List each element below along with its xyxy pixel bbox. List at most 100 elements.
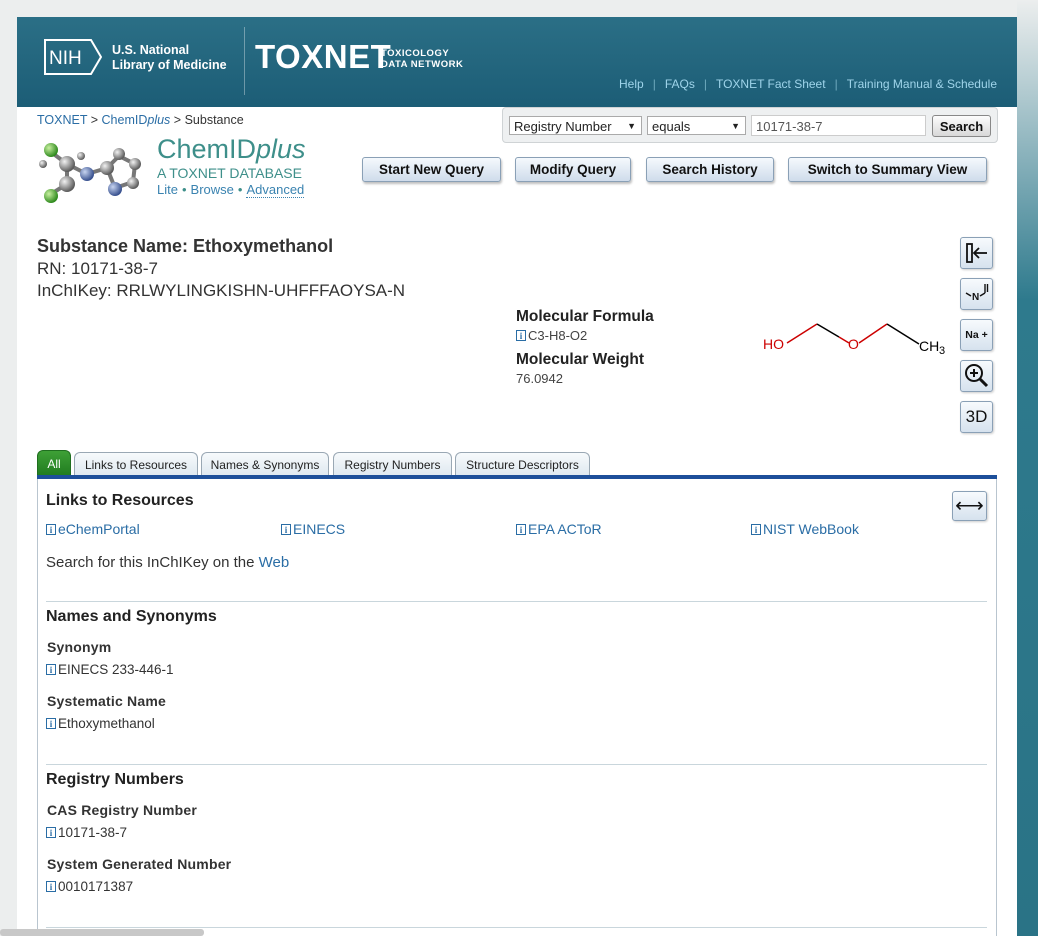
toxnet-logo[interactable]: TOXNET [255,39,391,75]
info-icon[interactable]: i [281,524,291,535]
link-divider: | [703,77,707,91]
help-link[interactable]: Help [619,77,644,91]
fact-sheet-link[interactable]: TOXNET Fact Sheet [716,77,826,91]
search-operator-select[interactable]: equals ▼ [647,116,746,135]
echemportal-link[interactable]: i eChemPortal [46,521,140,537]
nlm-line1: U.S. National [112,43,190,57]
chevron-down-icon: ▼ [731,121,740,131]
top-links: Help | FAQs | TOXNET Fact Sheet | Training Man… [619,77,997,91]
faqs-link[interactable]: FAQs [665,77,695,91]
view-3d-button[interactable]: 3D [960,401,993,433]
nist-webbook-link[interactable]: i NIST WebBook [751,521,859,537]
breadcrumb-current: Substance [184,113,244,127]
epa-actor-text: EPA ACToR [528,521,602,537]
structure-o-label: O [848,336,859,352]
advanced-link[interactable]: Advanced [246,182,305,198]
banner-divider [244,27,245,95]
modify-query-button[interactable]: Modify Query [515,157,631,182]
cas-label: CAS Registry Number [47,802,198,818]
echemportal-text: eChemPortal [58,521,140,537]
breadcrumb-chemidplus[interactable]: ChemIDplus [102,113,171,127]
link-divider: | [834,77,838,91]
breadcrumb-sep: > [90,113,99,127]
registry-number: RN: 10171-38-7 [37,259,158,278]
search-button[interactable]: Search [932,115,991,137]
info-icon[interactable]: i [516,524,526,535]
collapse-left-icon [966,243,987,263]
lite-link[interactable]: Lite [157,182,178,197]
systematic-name-label: Systematic Name [47,693,166,709]
cas-value: i 10171-38-7 [46,825,127,840]
chemid-text: ChemID [157,134,257,164]
tab-all[interactable]: All [37,450,71,477]
tab-structure-descriptors[interactable]: Structure Descriptors [455,452,590,477]
nlm-name[interactable]: U.S. National Library of Medicine [112,43,227,73]
plus-text: plus [256,134,306,164]
search-history-button[interactable]: Search History [646,157,774,182]
structure-ho-label: HO [763,336,784,352]
browse-link[interactable]: Browse [191,182,234,197]
nih-logo-text: NIH [49,48,82,69]
info-icon[interactable]: i [516,330,526,341]
switch-summary-view-button[interactable]: Switch to Summary View [788,157,987,182]
chemidplus-title[interactable]: ChemIDplus [157,134,306,164]
info-icon[interactable]: i [46,827,56,838]
zoom-button[interactable] [960,360,993,392]
tab-registry-numbers[interactable]: Registry Numbers [333,452,452,477]
horizontal-scrollbar[interactable] [0,929,204,936]
section-divider [46,601,987,602]
structure-ch3-subscript: 3 [939,345,945,357]
web-search-link[interactable]: Web [259,554,290,571]
chemical-structure: HO O CH 3 [763,323,945,357]
training-link[interactable]: Training Manual & Schedule [847,77,997,91]
breadcrumb-chemid-text: ChemID [101,113,148,127]
tab-links-to-resources[interactable]: Links to Resources [74,452,198,477]
web-search-line: Search for this InChIKey on the Web [46,554,289,571]
einecs-link[interactable]: i EINECS [281,521,345,537]
collapse-panel-button[interactable] [960,237,993,269]
window-background-edge [1017,0,1038,936]
system-generated-label: System Generated Number [47,856,232,872]
systematic-name-value: i Ethoxymethanol [46,716,155,731]
structure-notation-icon: N [965,284,989,303]
info-icon[interactable]: i [46,881,56,892]
info-icon[interactable]: i [751,524,761,535]
quick-search: Registry Number ▼ equals ▼ 10171-38-7 Sear… [502,107,998,143]
nih-logo[interactable]: NIH [44,39,102,75]
section-divider [46,927,987,928]
nist-webbook-text: NIST WebBook [763,521,859,537]
synonym-label: Synonym [47,639,112,655]
search-field-select[interactable]: Registry Number ▼ [509,116,642,135]
toxnet-tagline: TOXICOLOGY DATA NETWORK [381,48,463,70]
zoom-in-icon [965,364,989,388]
molecular-weight-label: Molecular Weight [516,351,645,368]
links-heading: Links to Resources [46,492,194,509]
molecular-formula-label: Molecular Formula [516,308,654,325]
synonym-text: EINECS 233-446-1 [58,662,174,677]
epa-actor-link[interactable]: i EPA ACToR [516,521,602,537]
substance-name: Substance Name: Ethoxymethanol [37,236,334,256]
molecular-formula-value: i C3-H8-O2 [516,328,587,343]
inchikey: InChIKey: RRLWYLINGKISHN-UHFFFAOYSA-N [37,281,406,300]
tab-names-synonyms[interactable]: Names & Synonyms [201,452,329,477]
dot-separator: • [237,182,243,197]
registry-heading: Registry Numbers [46,771,184,788]
info-icon[interactable]: i [46,664,56,675]
search-input[interactable]: 10171-38-7 [751,115,926,136]
system-generated-text: 0010171387 [58,879,134,894]
info-icon[interactable]: i [46,718,56,729]
breadcrumb-sep: > [173,113,182,127]
start-new-query-button[interactable]: Start New Query [362,157,501,182]
expand-toggle-button[interactable]: ⟷ [952,491,987,521]
page: NIH U.S. National Library of Medicine TO… [17,17,1017,936]
show-hydrogens-button[interactable]: N [960,278,993,310]
ion-toggle-button[interactable]: Na + [960,319,993,351]
cas-text: 10171-38-7 [58,825,128,840]
search-mode-links: Lite • Browse • Advanced [157,182,305,198]
chemidplus-subtitle: A TOXNET DATABASE [157,165,302,181]
molecule-logo-icon[interactable] [37,134,142,204]
breadcrumb-toxnet[interactable]: TOXNET [37,113,87,127]
names-heading: Names and Synonyms [46,608,217,625]
info-icon[interactable]: i [46,524,56,535]
structure-ch3-label: CH [919,338,939,354]
